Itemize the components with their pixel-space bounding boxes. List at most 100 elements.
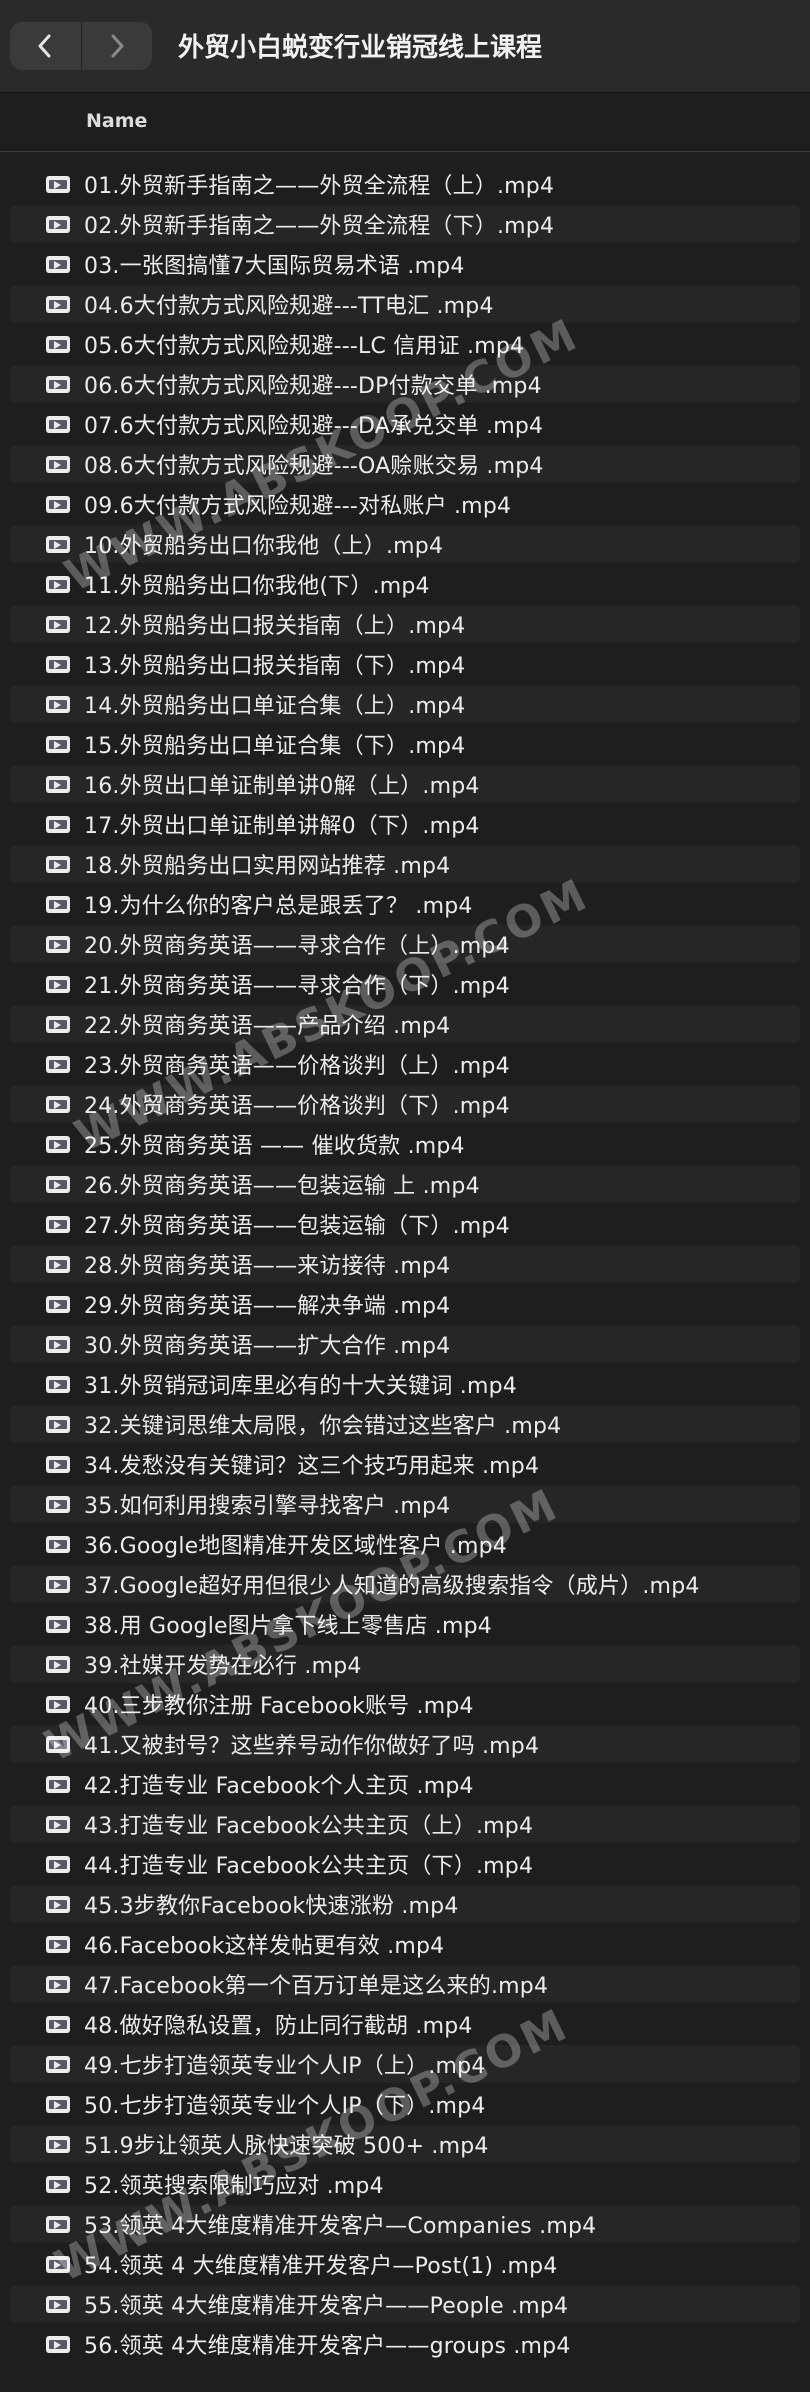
file-row[interactable]: 41.又被封号？这些养号动作你做好了吗 .mp4 (0, 1724, 810, 1764)
video-file-icon (46, 615, 70, 633)
video-file-icon (46, 575, 70, 593)
file-name: 22.外贸商务英语——产品介绍 .mp4 (84, 1014, 451, 1039)
file-row[interactable]: 19.为什么你的客户总是跟丢了？ .mp4 (0, 884, 810, 924)
video-file-icon (46, 1175, 70, 1193)
file-row[interactable]: 45.3步教你Facebook快速涨粉 .mp4 (0, 1884, 810, 1924)
file-row[interactable]: 51.9步让领英人脉快速突破 500+ .mp4 (0, 2124, 810, 2164)
video-file-icon (46, 2175, 70, 2193)
video-file-icon (46, 2215, 70, 2233)
file-row[interactable]: 08.6大付款方式风险规避---OA赊账交易 .mp4 (0, 444, 810, 484)
file-row[interactable]: 36.Google地图精准开发区域性客户 .mp4 (0, 1524, 810, 1564)
file-name: 38.用 Google图片拿下线上零售店 .mp4 (84, 1614, 492, 1639)
file-row[interactable]: 32.关键词思维太局限，你会错过这些客户 .mp4 (0, 1404, 810, 1444)
file-row[interactable]: 04.6大付款方式风险规避---TT电汇 .mp4 (0, 284, 810, 324)
file-row[interactable]: 46.Facebook这样发帖更有效 .mp4 (0, 1924, 810, 1964)
file-row[interactable]: 23.外贸商务英语——价格谈判（上）.mp4 (0, 1044, 810, 1084)
video-file-icon (46, 375, 70, 393)
file-row[interactable]: 31.外贸销冠词库里必有的十大关键词 .mp4 (0, 1364, 810, 1404)
video-file-icon (46, 1375, 70, 1393)
file-name: 31.外贸销冠词库里必有的十大关键词 .mp4 (84, 1374, 517, 1399)
forward-button[interactable] (80, 22, 153, 70)
file-row[interactable]: 10.外贸船务出口你我他（上）.mp4 (0, 524, 810, 564)
file-name: 23.外贸商务英语——价格谈判（上）.mp4 (84, 1054, 510, 1079)
video-file-icon (46, 2335, 70, 2353)
file-row[interactable]: 11.外贸船务出口你我他(下）.mp4 (0, 564, 810, 604)
file-row[interactable]: 01.外贸新手指南之——外贸全流程（上）.mp4 (0, 164, 810, 204)
file-name: 35.如何利用搜索引擎寻找客户 .mp4 (84, 1494, 451, 1519)
file-row[interactable]: 02.外贸新手指南之——外贸全流程（下）.mp4 (0, 204, 810, 244)
video-file-icon (46, 1615, 70, 1633)
file-row[interactable]: 30.外贸商务英语——扩大合作 .mp4 (0, 1324, 810, 1364)
file-row[interactable]: 44.打造专业 Facebook公共主页（下）.mp4 (0, 1844, 810, 1884)
file-row[interactable]: 05.6大付款方式风险规避---LC 信用证 .mp4 (0, 324, 810, 364)
file-name: 54.领英 4 大维度精准开发客户—Post(1) .mp4 (84, 2254, 558, 2279)
file-row[interactable]: 25.外贸商务英语 —— 催收货款 .mp4 (0, 1124, 810, 1164)
file-row[interactable]: 53.领英 4大维度精准开发客户—Companies .mp4 (0, 2204, 810, 2244)
file-row[interactable]: 24.外贸商务英语——价格谈判（下）.mp4 (0, 1084, 810, 1124)
file-row[interactable]: 14.外贸船务出口单证合集（上）.mp4 (0, 684, 810, 724)
file-name: 20.外贸商务英语——寻求合作（上）.mp4 (84, 934, 510, 959)
file-row[interactable]: 29.外贸商务英语——解决争端 .mp4 (0, 1284, 810, 1324)
video-file-icon (46, 975, 70, 993)
video-file-icon (46, 1535, 70, 1553)
video-file-icon (46, 215, 70, 233)
video-file-icon (46, 2295, 70, 2313)
video-file-icon (46, 1095, 70, 1113)
file-row[interactable]: 34.发愁没有关键词？这三个技巧用起来 .mp4 (0, 1444, 810, 1484)
file-name: 40.三步教你注册 Facebook账号 .mp4 (84, 1694, 474, 1719)
file-row[interactable]: 55.领英 4大维度精准开发客户——People .mp4 (0, 2284, 810, 2324)
file-row[interactable]: 03.一张图搞懂7大国际贸易术语 .mp4 (0, 244, 810, 284)
file-row[interactable]: 21.外贸商务英语——寻求合作（下）.mp4 (0, 964, 810, 1004)
file-row[interactable]: 20.外贸商务英语——寻求合作（上）.mp4 (0, 924, 810, 964)
file-row[interactable]: 12.外贸船务出口报关指南（上）.mp4 (0, 604, 810, 644)
column-header: Name (0, 93, 810, 152)
file-row[interactable]: 09.6大付款方式风险规避---对私账户 .mp4 (0, 484, 810, 524)
file-name: 43.打造专业 Facebook公共主页（上）.mp4 (84, 1814, 534, 1839)
file-row[interactable]: 39.社媒开发势在必行 .mp4 (0, 1644, 810, 1684)
file-row[interactable]: 16.外贸出口单证制单讲0解（上）.mp4 (0, 764, 810, 804)
file-row[interactable]: 27.外贸商务英语——包装运输（下）.mp4 (0, 1204, 810, 1244)
file-name: 30.外贸商务英语——扩大合作 .mp4 (84, 1334, 451, 1359)
column-header-name[interactable]: Name (86, 110, 147, 132)
file-row[interactable]: 48.做好隐私设置，防止同行截胡 .mp4 (0, 2004, 810, 2044)
file-row[interactable]: 49.七步打造领英专业个人IP（上）.mp4 (0, 2044, 810, 2084)
file-row[interactable]: 43.打造专业 Facebook公共主页（上）.mp4 (0, 1804, 810, 1844)
file-row[interactable]: 26.外贸商务英语——包装运输 上 .mp4 (0, 1164, 810, 1204)
file-name: 18.外贸船务出口实用网站推荐 .mp4 (84, 854, 451, 879)
video-file-icon (46, 1135, 70, 1153)
file-name: 49.七步打造领英专业个人IP（上）.mp4 (84, 2054, 486, 2079)
file-row[interactable]: 06.6大付款方式风险规避---DP付款交单 .mp4 (0, 364, 810, 404)
back-button[interactable] (10, 22, 81, 70)
file-name: 26.外贸商务英语——包装运输 上 .mp4 (84, 1174, 480, 1199)
file-row[interactable]: 54.领英 4 大维度精准开发客户—Post(1) .mp4 (0, 2244, 810, 2284)
file-row[interactable]: 07.6大付款方式风险规避---DA承兑交单 .mp4 (0, 404, 810, 444)
file-row[interactable]: 56.领英 4大维度精准开发客户——groups .mp4 (0, 2324, 810, 2364)
file-row[interactable]: 22.外贸商务英语——产品介绍 .mp4 (0, 1004, 810, 1044)
file-row[interactable]: 13.外贸船务出口报关指南（下）.mp4 (0, 644, 810, 684)
video-file-icon (46, 2255, 70, 2273)
file-row[interactable]: 37.Google超好用但很少人知道的高级搜索指令（成片）.mp4 (0, 1564, 810, 1604)
file-row[interactable]: 28.外贸商务英语——来访接待 .mp4 (0, 1244, 810, 1284)
video-file-icon (46, 455, 70, 473)
file-name: 47.Facebook第一个百万订单是这么来的.mp4 (84, 1974, 549, 1999)
file-name: 34.发愁没有关键词？这三个技巧用起来 .mp4 (84, 1454, 540, 1479)
file-row[interactable]: 17.外贸出口单证制单讲解0（下）.mp4 (0, 804, 810, 844)
file-name: 24.外贸商务英语——价格谈判（下）.mp4 (84, 1094, 510, 1119)
file-row[interactable]: 38.用 Google图片拿下线上零售店 .mp4 (0, 1604, 810, 1644)
file-name: 36.Google地图精准开发区域性客户 .mp4 (84, 1534, 507, 1559)
file-row[interactable]: 47.Facebook第一个百万订单是这么来的.mp4 (0, 1964, 810, 2004)
file-name: 21.外贸商务英语——寻求合作（下）.mp4 (84, 974, 510, 999)
file-row[interactable]: 15.外贸船务出口单证合集（下）.mp4 (0, 724, 810, 764)
file-row[interactable]: 42.打造专业 Facebook个人主页 .mp4 (0, 1764, 810, 1804)
file-name: 52.领英搜索限制巧应对 .mp4 (84, 2174, 384, 2199)
file-row[interactable]: 52.领英搜索限制巧应对 .mp4 (0, 2164, 810, 2204)
video-file-icon (46, 2015, 70, 2033)
video-file-icon (46, 815, 70, 833)
file-row[interactable]: 50.七步打造领英专业个人IP（下）.mp4 (0, 2084, 810, 2124)
video-file-icon (46, 1215, 70, 1233)
file-name: 05.6大付款方式风险规避---LC 信用证 .mp4 (84, 334, 525, 359)
file-row[interactable]: 35.如何利用搜索引擎寻找客户 .mp4 (0, 1484, 810, 1524)
file-row[interactable]: 18.外贸船务出口实用网站推荐 .mp4 (0, 844, 810, 884)
file-row[interactable]: 40.三步教你注册 Facebook账号 .mp4 (0, 1684, 810, 1724)
file-name: 02.外贸新手指南之——外贸全流程（下）.mp4 (84, 214, 555, 239)
